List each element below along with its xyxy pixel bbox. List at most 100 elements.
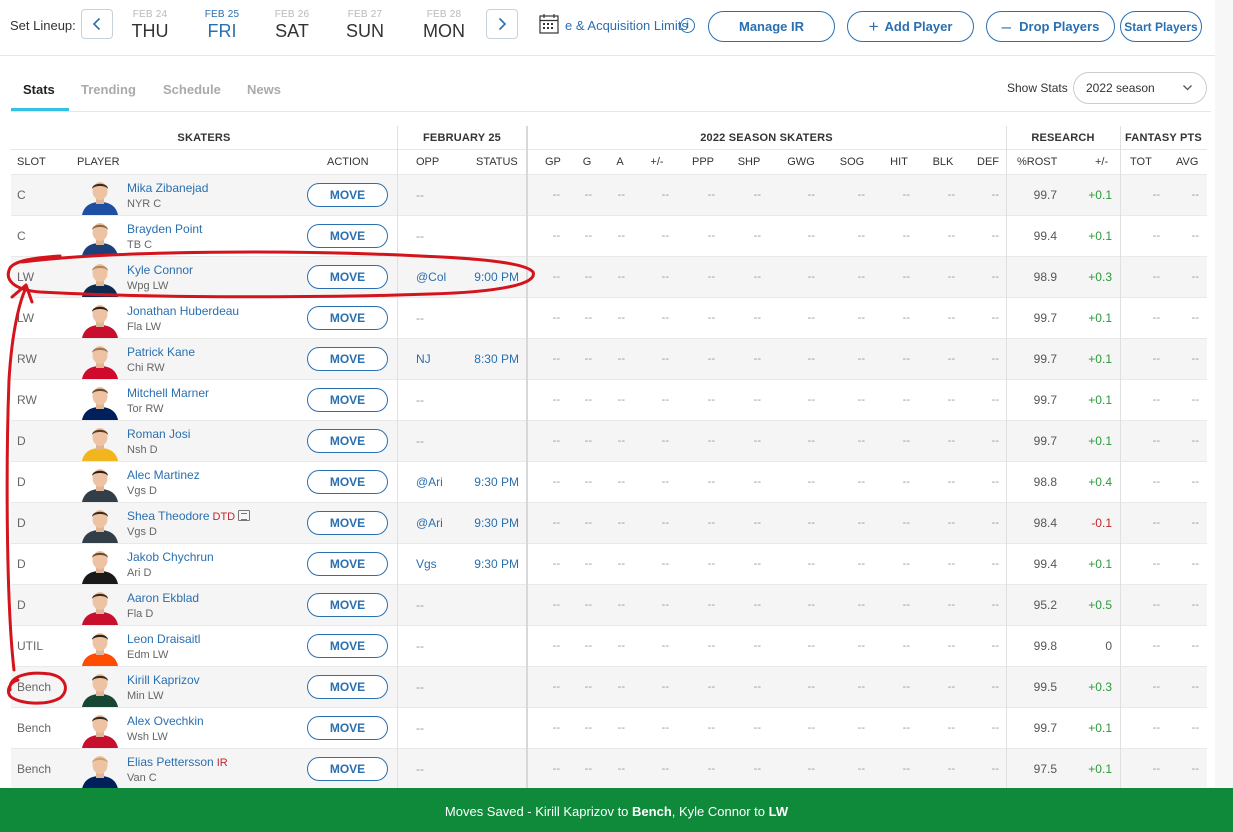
stat-value: --: [947, 189, 955, 201]
slot-label: UTIL: [17, 639, 44, 653]
stat-value: --: [753, 722, 761, 734]
fantasy-total: --: [1152, 312, 1160, 324]
manage-ir-button[interactable]: Manage IR: [708, 11, 835, 42]
injury-status-badge: IR: [216, 757, 228, 769]
news-notes-icon[interactable]: [238, 510, 251, 521]
stat-value: --: [991, 189, 999, 201]
move-button[interactable]: MOVE: [307, 470, 388, 494]
fantasy-average: --: [1191, 722, 1199, 734]
opponent: --: [416, 311, 424, 325]
stat-value: --: [857, 271, 865, 283]
player-name-link[interactable]: Brayden Point: [127, 222, 202, 236]
player-name-link[interactable]: Roman Josi: [127, 427, 190, 441]
tab-news[interactable]: News: [247, 82, 281, 97]
table-row: RW Mitchell Marner Tor RW MOVE -- -- -- -- -- --…: [11, 379, 1207, 420]
table-row: C Brayden Point TB C MOVE -- -- -- -- -- -- -- -- -…: [11, 215, 1207, 256]
player-name-link[interactable]: Elias Pettersson IR: [127, 755, 228, 769]
player-name-link[interactable]: Mika Zibanejad: [127, 181, 208, 195]
player-name-text: Elias Pettersson: [127, 755, 214, 769]
stat-value: --: [753, 681, 761, 693]
move-button[interactable]: MOVE: [307, 429, 388, 453]
stat-value: --: [552, 312, 560, 324]
player-name-link[interactable]: Shea Theodore DTD: [127, 509, 251, 523]
acquisition-limits-link[interactable]: e & Acquisition Limits: [565, 18, 688, 33]
stat-value: --: [902, 353, 910, 365]
move-button[interactable]: MOVE: [307, 757, 388, 781]
opponent[interactable]: NJ: [416, 339, 431, 380]
info-icon[interactable]: i: [680, 18, 695, 33]
stat-value: --: [617, 722, 625, 734]
fantasy-total: --: [1152, 271, 1160, 283]
tab-stats[interactable]: Stats: [23, 82, 55, 97]
player-name-link[interactable]: Leon Draisaitl: [127, 632, 200, 646]
move-button[interactable]: MOVE: [307, 675, 388, 699]
player-name-link[interactable]: Mitchell Marner: [127, 386, 209, 400]
move-button[interactable]: MOVE: [307, 347, 388, 371]
stat-value: --: [991, 353, 999, 365]
stat-value: --: [807, 558, 815, 570]
player-name-link[interactable]: Alex Ovechkin: [127, 714, 204, 728]
move-button[interactable]: MOVE: [307, 224, 388, 248]
player-name-link[interactable]: Patrick Kane: [127, 345, 195, 359]
player-name-link[interactable]: Alec Martinez: [127, 468, 200, 482]
move-button[interactable]: MOVE: [307, 183, 388, 207]
fantasy-average: --: [1191, 558, 1199, 570]
stat-value: --: [584, 271, 592, 283]
stat-value: --: [707, 558, 715, 570]
opponent[interactable]: @Ari: [416, 462, 443, 503]
start-players-button[interactable]: Start Players: [1120, 11, 1202, 42]
slot-label: C: [17, 188, 26, 202]
move-button[interactable]: MOVE: [307, 265, 388, 289]
opponent[interactable]: @Ari: [416, 503, 443, 544]
player-name-link[interactable]: Jakob Chychrun: [127, 550, 214, 564]
tab-trending[interactable]: Trending: [81, 82, 136, 97]
rostered-percent: 99.7: [1033, 352, 1057, 366]
date-feb-24[interactable]: FEB 24 THU: [118, 9, 182, 42]
game-status: 9:30 PM: [474, 475, 519, 489]
stat-value: --: [991, 558, 999, 570]
rostered-change: +0.1: [1088, 434, 1112, 448]
page-scrollbar[interactable]: [1215, 0, 1233, 788]
move-button[interactable]: MOVE: [307, 511, 388, 535]
next-day-button[interactable]: [486, 9, 518, 39]
fantasy-average: --: [1191, 189, 1199, 201]
opponent[interactable]: @Col: [416, 257, 446, 298]
player-team-position: Fla D: [127, 608, 154, 620]
player-name-link[interactable]: Kyle Connor: [127, 263, 193, 277]
date-feb-28[interactable]: FEB 28 MON: [412, 9, 476, 42]
fantasy-total: --: [1152, 558, 1160, 570]
opponent: --: [416, 639, 424, 653]
player-name-link[interactable]: Kirill Kaprizov: [127, 673, 200, 687]
table-row: Bench Elias Pettersson IR Van C MOVE -- -- -- -…: [11, 748, 1207, 789]
player-name-link[interactable]: Aaron Ekblad: [127, 591, 199, 605]
date-feb-27[interactable]: FEB 27 SUN: [333, 9, 397, 42]
date-feb-26[interactable]: FEB 26 SAT: [260, 9, 324, 42]
move-button[interactable]: MOVE: [307, 593, 388, 617]
add-player-button[interactable]: + Add Player: [847, 11, 974, 42]
move-button[interactable]: MOVE: [307, 716, 388, 740]
drop-players-button[interactable]: – Drop Players: [986, 11, 1115, 42]
move-button[interactable]: MOVE: [307, 388, 388, 412]
opponent[interactable]: Vgs: [416, 544, 437, 585]
stat-value: --: [661, 599, 669, 611]
previous-day-button[interactable]: [81, 9, 113, 39]
move-button[interactable]: MOVE: [307, 634, 388, 658]
tab-schedule[interactable]: Schedule: [163, 82, 221, 97]
player-avatar: [82, 387, 118, 420]
stat-value: --: [902, 517, 910, 529]
player-avatar: [82, 428, 118, 461]
player-name-link[interactable]: Jonathan Huberdeau: [127, 304, 239, 318]
table-row: C Mika Zibanejad NYR C MOVE -- -- -- -- -- -- -- -…: [11, 174, 1207, 215]
move-button[interactable]: MOVE: [307, 552, 388, 576]
stat-value: --: [707, 312, 715, 324]
rostered-change: +0.1: [1088, 393, 1112, 407]
move-button[interactable]: MOVE: [307, 306, 388, 330]
stat-value: --: [661, 558, 669, 570]
stat-value: --: [661, 722, 669, 734]
fantasy-average: --: [1191, 517, 1199, 529]
table-row: LW Kyle Connor Wpg LW MOVE @Col 9:00 PM -- -- -…: [11, 256, 1207, 297]
date-feb-25[interactable]: FEB 25 FRI: [190, 9, 254, 42]
calendar-icon[interactable]: [539, 13, 563, 35]
weekday-label: FRI: [207, 21, 237, 41]
season-select[interactable]: 2022 season: [1073, 72, 1207, 104]
